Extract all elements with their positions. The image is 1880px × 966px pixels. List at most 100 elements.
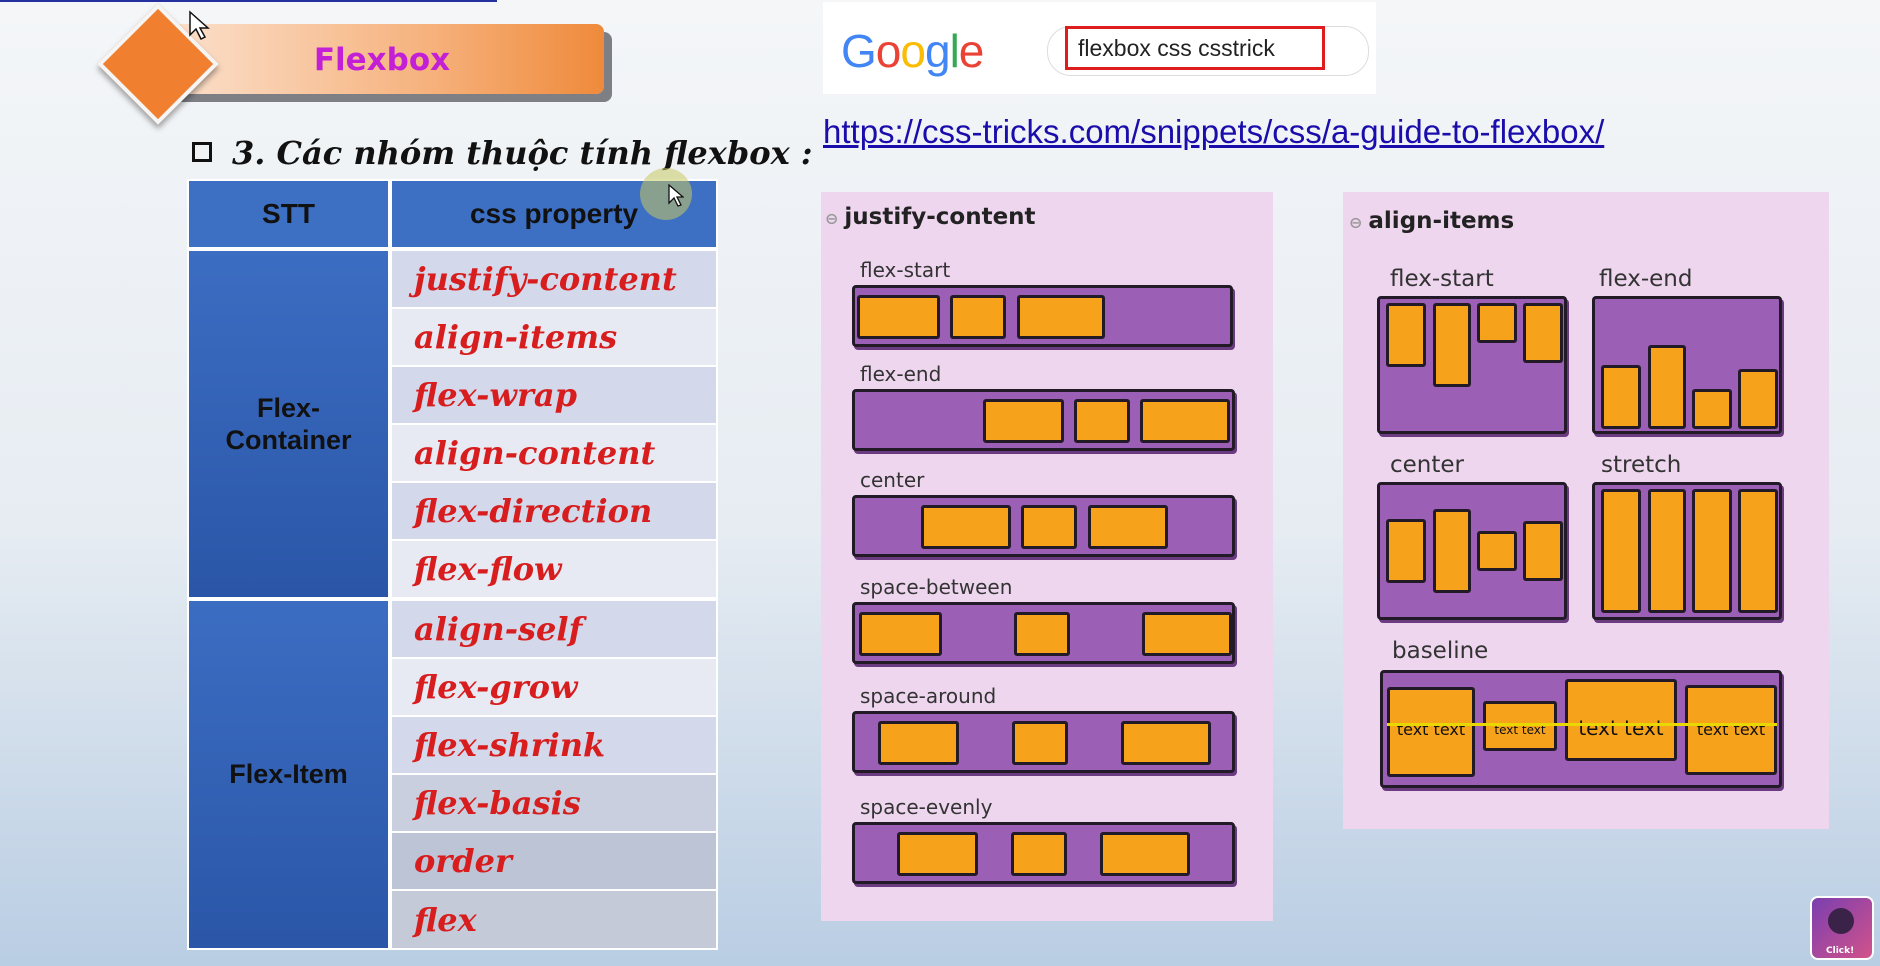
css-tricks-guide-link[interactable]: https://css-tricks.com/snippets/css/a-gu… — [823, 113, 1604, 151]
avatar-caption: Click! — [1826, 946, 1855, 956]
flex-item-box — [1433, 509, 1471, 593]
justify-content-title: ⊖ justify-content — [825, 204, 1036, 230]
flex-item-box — [1477, 531, 1517, 571]
property-cell: flex — [392, 891, 716, 948]
variant-label: space-between — [860, 575, 1013, 599]
flex-container-demo — [1377, 482, 1567, 620]
flex-item-box — [1100, 832, 1190, 876]
flex-item-box — [857, 295, 940, 339]
top-border-line — [0, 0, 497, 2]
baseline-guide-line — [1387, 723, 1777, 726]
flex-container-demo — [1377, 296, 1567, 434]
square-bullet-icon — [192, 142, 212, 162]
group-flex-container: Flex- Container — [189, 251, 388, 597]
property-cell: flex-basis — [392, 775, 716, 831]
flex-container-demo — [1592, 296, 1782, 434]
flex-item-box — [1692, 489, 1732, 613]
mouse-pointer-icon — [189, 10, 210, 41]
variant-label: space-around — [860, 684, 997, 708]
flex-item-box — [1738, 489, 1778, 613]
flex-item-box — [983, 399, 1064, 443]
flex-container-demo: text text text text text text text text — [1380, 670, 1782, 788]
flexbox-properties-table: STT css property Flex- Container Flex-It… — [189, 181, 716, 948]
baseline-item-text: text text — [1578, 716, 1664, 740]
property-cell: flex-shrink — [392, 717, 716, 773]
flex-container-demo — [852, 285, 1233, 347]
avatar-face — [1828, 908, 1854, 934]
property-cell: order — [392, 833, 716, 889]
justify-content-panel: ⊖ justify-content flex-start flex-end cen… — [821, 192, 1273, 921]
group-flex-item: Flex-Item — [189, 601, 388, 948]
flex-item-box — [1648, 345, 1686, 429]
flex-container-demo — [852, 711, 1235, 773]
flex-item-box — [859, 612, 942, 656]
flex-item-box — [1142, 612, 1232, 656]
flex-item-box — [1601, 489, 1641, 613]
property-cell: flex-flow — [392, 541, 716, 597]
link-icon: ⊖ — [1349, 213, 1363, 232]
variant-label: flex-end — [860, 362, 942, 386]
section-heading: 3. Các nhóm thuộc tính flexbox : — [192, 134, 813, 172]
flex-item-box — [1017, 295, 1105, 339]
search-input[interactable]: flexbox css csstrick — [1065, 26, 1325, 70]
flex-container-demo — [852, 822, 1235, 884]
title-banner: Flexbox — [160, 24, 604, 94]
cursor-highlight — [640, 168, 692, 220]
flex-item-box — [1088, 505, 1168, 549]
align-items-title: ⊖ align-items — [1349, 208, 1515, 234]
property-cell: flex-grow — [392, 659, 716, 715]
variant-label: stretch — [1601, 452, 1682, 478]
flex-item-box — [1601, 365, 1641, 429]
variant-label: flex-start — [860, 258, 951, 282]
flex-item-box — [1021, 505, 1077, 549]
flex-item-box — [1433, 303, 1471, 387]
flex-item-box — [1648, 489, 1686, 613]
variant-label: center — [1390, 452, 1464, 478]
flex-item-box — [1012, 721, 1068, 765]
flex-item-box — [1386, 519, 1426, 583]
flex-container-demo — [1592, 482, 1782, 620]
flex-item-box — [1074, 399, 1130, 443]
link-icon: ⊖ — [825, 209, 839, 228]
flex-item-box — [1011, 832, 1067, 876]
table-header-stt: STT — [189, 181, 388, 247]
flex-item-box — [1386, 303, 1426, 367]
flex-item-box — [1121, 721, 1211, 765]
banner-title: Flexbox — [313, 42, 451, 78]
flex-item-box — [1738, 369, 1778, 429]
flex-container-demo — [852, 389, 1235, 451]
variant-label: flex-end — [1599, 266, 1693, 292]
section-heading-text: 3. Các nhóm thuộc tính flexbox : — [232, 134, 813, 172]
flex-item-box — [1140, 399, 1230, 443]
flex-item-box — [921, 505, 1011, 549]
flex-item-box — [897, 832, 978, 876]
flex-item-box — [1523, 303, 1563, 363]
flex-item-box: text text — [1685, 685, 1777, 775]
flex-item-box — [1523, 521, 1563, 581]
property-cell: align-content — [392, 425, 716, 481]
align-items-panel: ⊖ align-items flex-start flex-end center … — [1343, 192, 1829, 829]
flex-item-box: text text — [1387, 687, 1475, 777]
property-cell: justify-content — [392, 251, 716, 307]
property-cell: align-items — [392, 309, 716, 365]
flex-item-box — [1692, 389, 1732, 429]
mouse-pointer-icon — [668, 184, 684, 207]
flex-item-box — [1014, 612, 1070, 656]
flex-item-box — [878, 721, 959, 765]
flex-container-demo — [852, 495, 1235, 557]
property-cell: flex-wrap — [392, 367, 716, 423]
flex-item-box: text text — [1483, 701, 1557, 751]
property-cell: flex-direction — [392, 483, 716, 539]
variant-label: center — [860, 468, 925, 492]
variant-label: space-evenly — [860, 795, 993, 819]
flex-item-box: text text — [1565, 679, 1677, 761]
property-cell: align-self — [392, 601, 716, 657]
variant-label: flex-start — [1390, 266, 1494, 292]
variant-label: baseline — [1392, 638, 1489, 664]
google-search-bar: Google flexbox css csstrick — [823, 2, 1376, 94]
flex-container-demo — [852, 602, 1235, 664]
channel-avatar[interactable]: Click! — [1810, 896, 1874, 960]
flex-item-box — [1477, 303, 1517, 343]
flex-item-box — [950, 295, 1006, 339]
google-logo: Google — [841, 25, 984, 77]
